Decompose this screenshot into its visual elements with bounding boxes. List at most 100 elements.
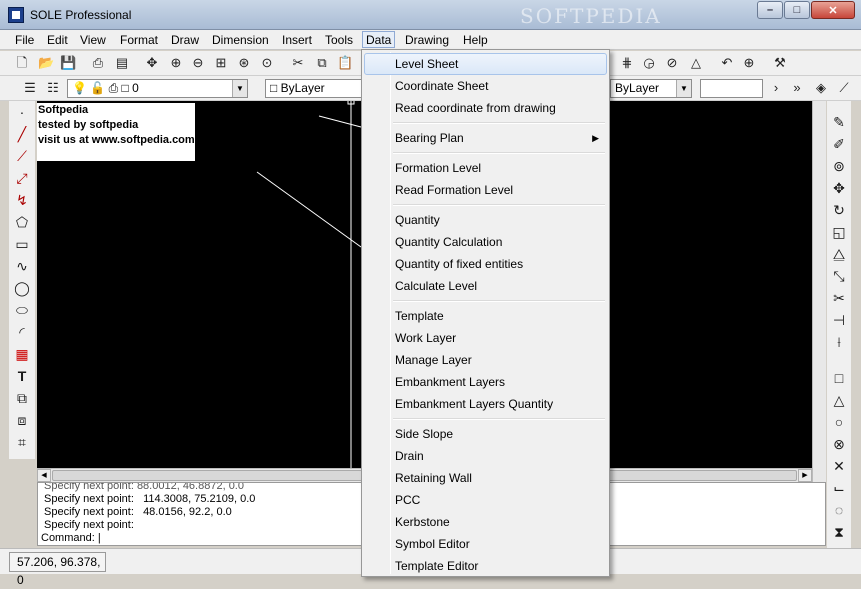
menu-item-read-coordinate[interactable]: Read coordinate from drawing: [364, 97, 607, 119]
polygon-icon[interactable]: ⬠: [13, 213, 31, 231]
menu-item-template-editor[interactable]: Template Editor: [364, 555, 607, 577]
menu-dimension[interactable]: Dimension: [209, 32, 272, 49]
corner-select-icon[interactable]: ⌙: [830, 479, 848, 497]
lineweight-select[interactable]: [700, 79, 763, 98]
zoom-in-icon[interactable]: ⊕: [168, 55, 184, 71]
menu-item-template[interactable]: Template: [364, 305, 607, 327]
chevron-down-icon[interactable]: ▼: [676, 80, 691, 97]
rectangle-icon[interactable]: ▭: [13, 235, 31, 253]
menu-item-kerbstone[interactable]: Kerbstone: [364, 511, 607, 533]
maximize-button[interactable]: □: [784, 1, 810, 19]
menu-data[interactable]: Data: [362, 31, 396, 48]
hatch-icon[interactable]: ▦: [13, 345, 31, 363]
menu-edit[interactable]: Edit: [44, 32, 71, 49]
menu-item-manage-layer[interactable]: Manage Layer: [364, 349, 607, 371]
close-button[interactable]: ✕: [811, 1, 855, 19]
copy-object-icon[interactable]: ✐: [830, 135, 848, 153]
zoom-window-icon[interactable]: ⊞: [213, 55, 229, 71]
menu-item-read-formation-level[interactable]: Read Formation Level: [364, 179, 607, 201]
layer-off-icon[interactable]: ◈: [813, 80, 829, 96]
menu-item-work-layer[interactable]: Work Layer: [364, 327, 607, 349]
command-prompt[interactable]: Command: |: [41, 532, 101, 545]
menu-file[interactable]: File: [12, 32, 37, 49]
menu-item-quantity[interactable]: Quantity: [364, 209, 607, 231]
vertical-scrollbar[interactable]: [812, 101, 826, 482]
menu-item-calculate-level[interactable]: Calculate Level: [364, 275, 607, 297]
scroll-left-icon[interactable]: ◀: [37, 469, 51, 482]
move-icon[interactable]: ✥: [830, 179, 848, 197]
minimize-button[interactable]: –: [757, 1, 783, 19]
menu-item-pcc[interactable]: PCC: [364, 489, 607, 511]
table-icon[interactable]: ⌗: [13, 433, 31, 451]
extend-icon[interactable]: ⊣: [830, 311, 848, 329]
menu-item-quantity-calculation[interactable]: Quantity Calculation: [364, 231, 607, 253]
menu-item-side-slope[interactable]: Side Slope: [364, 423, 607, 445]
scale-icon[interactable]: ◱: [830, 223, 848, 241]
menu-draw[interactable]: Draw: [168, 32, 202, 49]
menu-format[interactable]: Format: [117, 32, 161, 49]
menu-item-embankment-layers-quantity[interactable]: Embankment Layers Quantity: [364, 393, 607, 415]
color-select[interactable]: □ ByLayer: [265, 79, 362, 98]
layer-manager-icon[interactable]: ☰: [22, 80, 38, 96]
menu-item-level-sheet[interactable]: Level Sheet: [364, 53, 607, 75]
double-chevron-right-icon[interactable]: »: [789, 80, 805, 96]
chevron-right-icon[interactable]: ›: [768, 80, 784, 96]
pan-icon[interactable]: ✥: [144, 55, 160, 71]
print-icon[interactable]: ⎙: [90, 55, 106, 71]
menu-item-symbol-editor[interactable]: Symbol Editor: [364, 533, 607, 555]
trim-icon[interactable]: ✂: [830, 289, 848, 307]
menu-item-formation-level[interactable]: Formation Level: [364, 157, 607, 179]
text-icon[interactable]: T: [13, 367, 31, 385]
undo-icon[interactable]: ↶: [719, 55, 735, 71]
measure-icon[interactable]: △: [688, 55, 704, 71]
make-block-icon[interactable]: ⧈: [13, 411, 31, 429]
spline-icon[interactable]: ∿: [13, 257, 31, 275]
ortho-icon[interactable]: ◶: [641, 55, 657, 71]
menu-item-bearing-plan[interactable]: Bearing Plan ▶: [364, 127, 607, 149]
new-file-icon[interactable]: 🗋: [14, 55, 30, 71]
fence-select-icon[interactable]: ⊗: [830, 435, 848, 453]
arc-icon[interactable]: ◜: [13, 323, 31, 341]
match-properties-icon[interactable]: ⟋: [836, 80, 852, 96]
multiline-icon[interactable]: ↯: [13, 191, 31, 209]
circle-icon[interactable]: ◯: [13, 279, 31, 297]
rectangle-select-icon[interactable]: □: [830, 369, 848, 387]
menu-item-retaining-wall[interactable]: Retaining Wall: [364, 467, 607, 489]
point-icon[interactable]: ·: [13, 103, 31, 121]
paste-icon[interactable]: 📋: [337, 55, 353, 71]
menu-item-embankment-layers[interactable]: Embankment Layers: [364, 371, 607, 393]
layer-select[interactable]: 💡 🔓 ⎙ □ 0 ▼: [67, 79, 248, 98]
save-icon[interactable]: 💾: [60, 55, 76, 71]
chevron-down-icon[interactable]: ▼: [232, 80, 247, 97]
zoom-out-icon[interactable]: ⊖: [190, 55, 206, 71]
scroll-right-icon[interactable]: ▶: [798, 469, 812, 482]
linetype-select[interactable]: ByLayer ▼: [610, 79, 692, 98]
open-folder-icon[interactable]: 📂: [38, 55, 54, 71]
line-icon[interactable]: ╱: [13, 125, 31, 143]
menu-tools[interactable]: Tools: [322, 32, 356, 49]
osnap-icon[interactable]: ⊘: [664, 55, 680, 71]
menu-item-drain[interactable]: Drain: [364, 445, 607, 467]
rotate-icon[interactable]: ↻: [830, 201, 848, 219]
menu-help[interactable]: Help: [460, 32, 491, 49]
print-preview-icon[interactable]: ▤: [114, 55, 130, 71]
cross-select-icon[interactable]: ✕: [830, 457, 848, 475]
menu-insert[interactable]: Insert: [279, 32, 315, 49]
triangle-select-icon[interactable]: △: [830, 391, 848, 409]
layer-state-icon[interactable]: ☷: [45, 80, 61, 96]
break-icon[interactable]: ⟊: [830, 333, 848, 351]
circle-select-icon[interactable]: ○: [830, 413, 848, 431]
polyline-icon[interactable]: ⟋: [13, 147, 31, 165]
hourglass-icon[interactable]: ⧗: [830, 523, 848, 541]
mirror-icon[interactable]: ⧋: [830, 245, 848, 263]
properties-icon[interactable]: ⚒: [772, 55, 788, 71]
ellipse-icon[interactable]: ⬭: [13, 301, 31, 319]
zoom-previous-icon[interactable]: ⊙: [259, 55, 275, 71]
erase-icon[interactable]: ✎: [830, 113, 848, 131]
snap-grid-icon[interactable]: ⋕: [619, 55, 635, 71]
menu-item-quantity-fixed-entities[interactable]: Quantity of fixed entities: [364, 253, 607, 275]
copy-icon[interactable]: ⧉: [314, 55, 330, 71]
insert-block-icon[interactable]: ⧉: [13, 389, 31, 407]
menu-view[interactable]: View: [77, 32, 109, 49]
zoom-extents-icon[interactable]: ⊛: [236, 55, 252, 71]
